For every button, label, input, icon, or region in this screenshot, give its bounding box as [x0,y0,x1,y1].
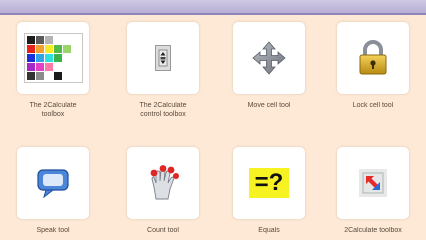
tile-label: Count tool [147,227,179,234]
tile-count-tool[interactable]: Count tool [110,147,216,235]
equals-card[interactable]: =? [233,147,305,219]
resize-pointer-icon [359,169,387,197]
palette-swatch [71,36,80,44]
palette-swatch [26,36,35,44]
count-card[interactable] [127,147,199,219]
tile-move-cell-tool[interactable]: Move cell tool [216,22,322,110]
palette-swatch [62,63,71,71]
palette-swatch [62,54,71,62]
palette-swatch [35,72,44,80]
palette-swatch [71,63,80,71]
padlock-icon [359,40,387,75]
palette-swatch [53,63,62,71]
palette-swatch [62,45,71,53]
tile-label: Equals [258,227,280,234]
tile-label: Speak tool [36,227,70,234]
palette-swatch [44,72,53,80]
palette-swatch [26,63,35,71]
color-palette-icon [23,33,83,83]
tile-label: The 2Calculate toolbox [29,102,77,118]
palette-swatch [71,72,80,80]
equals-icon: =? [249,168,289,198]
move-card[interactable] [233,22,305,94]
tile-2calculate-toolbox-2[interactable]: 2Calculate toolbox [320,147,426,235]
palette-swatch [44,45,53,53]
tile-label: 2Calculate toolbox [344,227,402,234]
palette-swatch [62,36,71,44]
tile-speak-tool[interactable]: Speak tool [0,147,106,235]
palette-swatch [44,63,53,71]
palette-swatch [35,54,44,62]
tile-2calculate-control-toolbox[interactable]: The 2Calculate control toolbox [110,22,216,119]
speak-card[interactable] [17,147,89,219]
tile-label: The 2Calculate control toolbox [139,102,187,118]
counting-hand-icon [150,165,179,200]
control-card[interactable] [127,22,199,94]
palette-swatch [71,45,80,53]
palette-swatch [62,72,71,80]
palette-swatch [53,45,62,53]
tile-equals[interactable]: =? Equals [216,147,322,235]
palette-swatch [26,54,35,62]
palette-swatch [44,54,53,62]
palette-swatch [44,36,53,44]
move-arrows-icon [252,41,286,75]
top-banner [0,0,426,15]
pointer-card[interactable] [337,147,409,219]
tile-label: Lock cell tool [352,102,394,109]
palette-swatch [26,72,35,80]
palette-swatch [35,45,44,53]
tile-lock-cell-tool[interactable]: Lock cell tool [320,22,426,110]
palette-swatch [53,54,62,62]
control-toolbox-icon [155,45,171,71]
palette-swatch [35,63,44,71]
palette-swatch [53,36,62,44]
lock-card[interactable] [337,22,409,94]
speech-bubble-icon [37,169,69,198]
tile-label: Move cell tool [247,102,291,109]
palette-card[interactable] [17,22,89,94]
palette-swatch [53,72,62,80]
tile-2calculate-toolbox[interactable]: The 2Calculate toolbox [0,22,106,119]
palette-swatch [71,54,80,62]
palette-swatch [26,45,35,53]
palette-swatch [35,36,44,44]
